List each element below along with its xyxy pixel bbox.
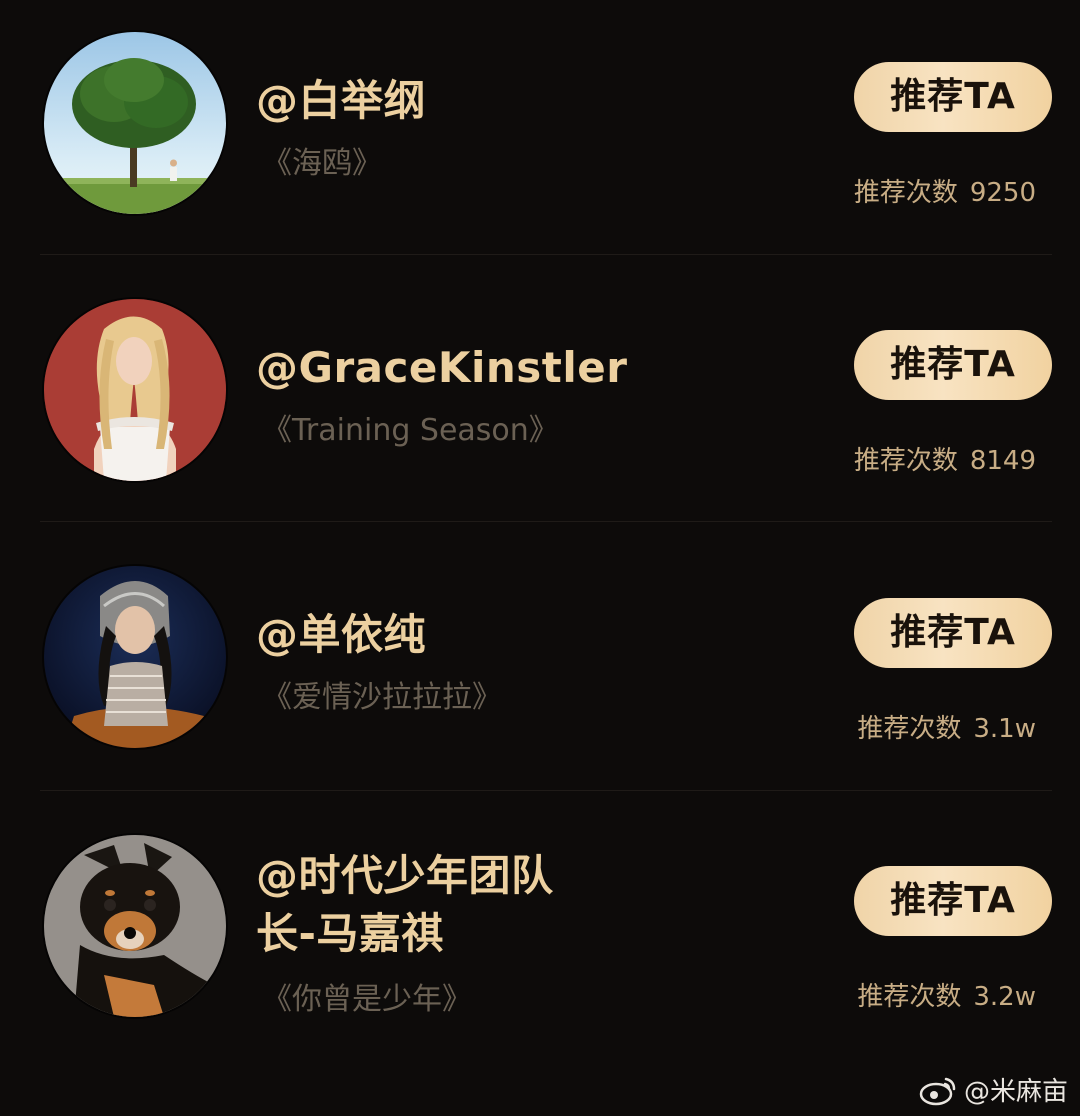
- recommend-button[interactable]: 推荐TA: [854, 330, 1052, 400]
- recommend-count-label: 推荐次数: [857, 982, 962, 1012]
- song-title: 《Training Season》: [262, 413, 559, 448]
- recommend-button[interactable]: 推荐TA: [854, 866, 1052, 936]
- recommend-button[interactable]: 推荐TA: [854, 62, 1052, 132]
- artist-name[interactable]: @白举纲: [256, 72, 426, 130]
- list-item: @白举纲 《海鸥》 推荐TA 推荐次数 9250: [0, 0, 1080, 254]
- list-item: @GraceKinstler 《Training Season》 推荐TA 推荐…: [0, 255, 1080, 521]
- recommend-count-value: 3.1w: [973, 714, 1036, 744]
- recommend-list: @白举纲 《海鸥》 推荐TA 推荐次数 9250 @GraceKinstler 《…: [0, 0, 1080, 1116]
- avatar[interactable]: [44, 32, 226, 214]
- blonde-woman-avatar-image: [44, 299, 226, 481]
- watermark-text: @米麻亩: [963, 1077, 1068, 1107]
- recommend-count-value: 3.2w: [973, 982, 1036, 1012]
- song-title: 《你曾是少年》: [262, 982, 472, 1017]
- avatar[interactable]: [44, 566, 226, 748]
- artist-name[interactable]: @时代少年团队: [256, 847, 554, 905]
- avatar[interactable]: [44, 835, 226, 1017]
- avatar[interactable]: [44, 299, 226, 481]
- recommend-count-value: 9250: [969, 178, 1036, 208]
- recommend-count: 推荐次数 8149: [854, 444, 1036, 478]
- recommend-count: 推荐次数 9250: [854, 176, 1036, 210]
- song-title: 《爱情沙拉拉拉》: [262, 680, 502, 715]
- recommend-count-label: 推荐次数: [857, 714, 962, 744]
- recommend-count-label: 推荐次数: [853, 178, 958, 208]
- watermark: @米麻亩: [918, 1071, 1068, 1108]
- weibo-icon: [919, 1077, 956, 1105]
- recommend-button[interactable]: 推荐TA: [854, 598, 1052, 668]
- artist-name[interactable]: @单依纯: [256, 606, 426, 664]
- list-item: @单依纯 《爱情沙拉拉拉》 推荐TA 推荐次数 3.1w: [0, 522, 1080, 790]
- list-item: @时代少年团队 长-马嘉祺 《你曾是少年》 推荐TA 推荐次数 3.2w: [0, 791, 1080, 1061]
- woman-headpiece-avatar-image: [44, 566, 226, 748]
- artist-name[interactable]: @GraceKinstler: [256, 339, 627, 397]
- shiba-dog-avatar-image: [44, 835, 226, 1017]
- recommend-count: 推荐次数 3.1w: [857, 712, 1036, 746]
- artist-name-line2[interactable]: 长-马嘉祺: [256, 905, 444, 963]
- recommend-count: 推荐次数 3.2w: [857, 980, 1036, 1014]
- song-title: 《海鸥》: [262, 146, 382, 181]
- recommend-count-value: 8149: [969, 446, 1036, 476]
- tree-avatar-image: [44, 32, 226, 214]
- recommend-count-label: 推荐次数: [853, 446, 958, 476]
